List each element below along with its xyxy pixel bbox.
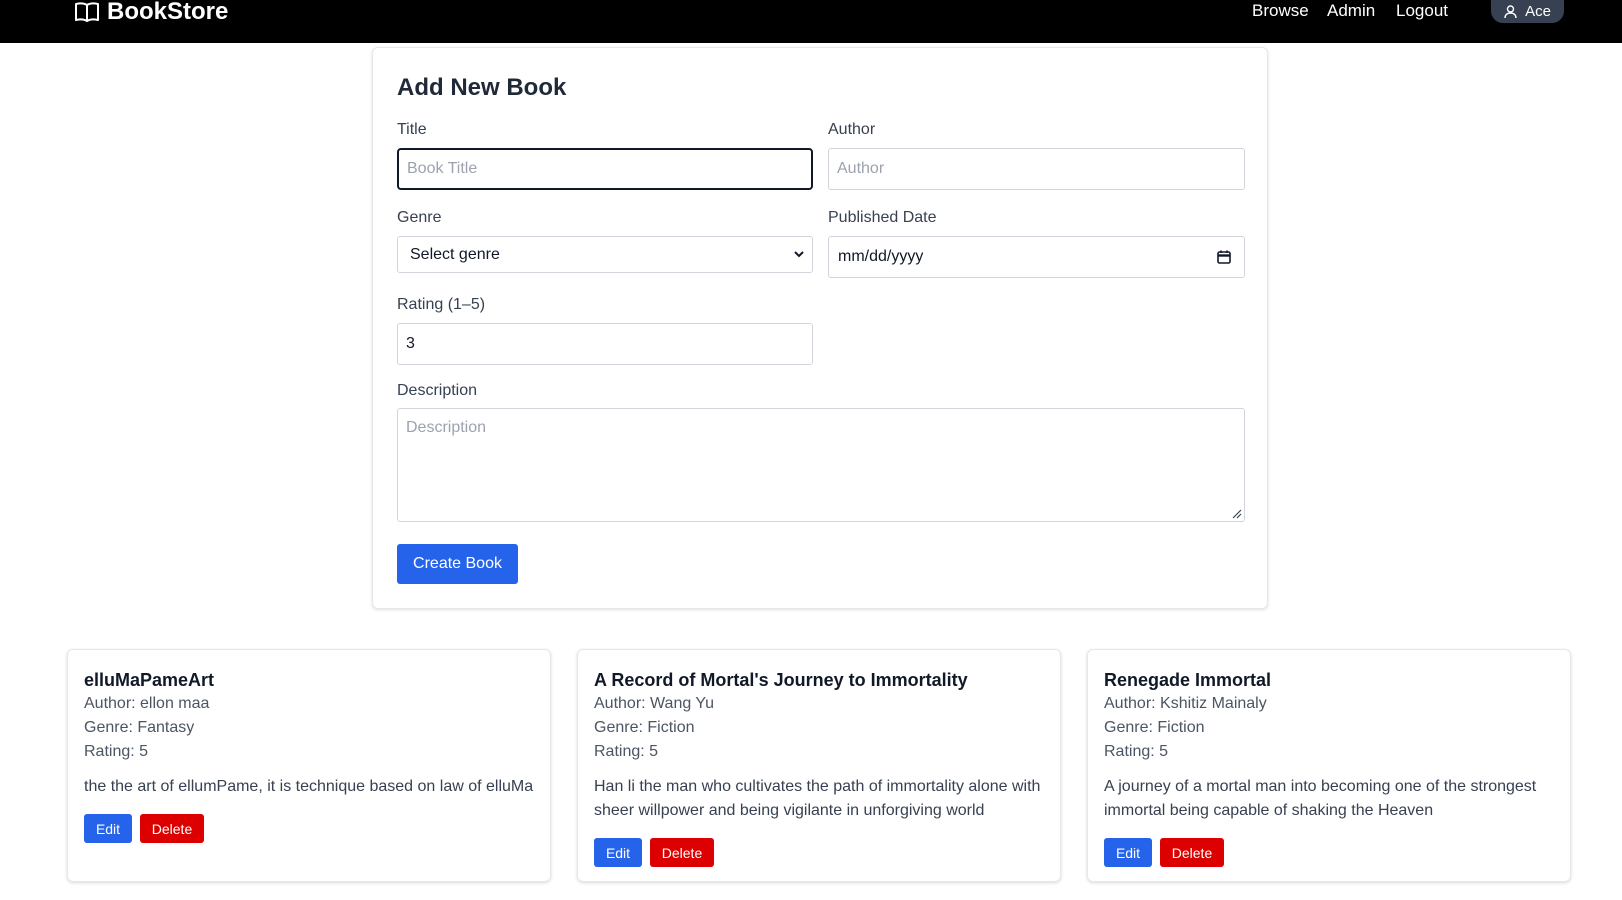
brand-name: BookStore xyxy=(107,0,229,25)
book-genre: Genre: Fiction xyxy=(594,719,695,736)
nav-link-logout[interactable]: Logout xyxy=(1396,0,1448,22)
book-author: Author: Kshitiz Mainaly xyxy=(1104,695,1267,712)
book-title: A Record of Mortal's Journey to Immortal… xyxy=(594,670,968,690)
rating-input[interactable] xyxy=(397,323,813,365)
title-label: Title xyxy=(397,121,427,138)
form-title: Add New Book xyxy=(397,74,567,101)
user-menu-button[interactable]: Ace xyxy=(1491,0,1564,23)
title-input[interactable] xyxy=(397,148,813,190)
book-card: elluMaPameArt Author: ellon maa Genre: F… xyxy=(67,649,551,882)
chevron-down-icon xyxy=(794,251,804,258)
brand-logo-link[interactable]: BookStore xyxy=(74,0,229,25)
delete-book-button[interactable]: Delete xyxy=(1160,838,1224,867)
rating-label: Rating (1–5) xyxy=(397,296,486,313)
author-label: Author xyxy=(828,121,876,138)
published-date-value: mm/dd/yyyy xyxy=(838,248,924,265)
book-rating: Rating: 5 xyxy=(84,743,149,760)
nav-link-admin[interactable]: Admin xyxy=(1327,0,1375,22)
genre-label: Genre xyxy=(397,209,442,226)
calendar-icon[interactable] xyxy=(1216,249,1232,265)
description-label: Description xyxy=(397,382,478,399)
book-rating: Rating: 5 xyxy=(1104,743,1169,760)
book-author: Author: Wang Yu xyxy=(594,695,715,712)
book-description: Han li the man who cultivates the path o… xyxy=(594,778,1041,819)
edit-book-button[interactable]: Edit xyxy=(84,814,132,843)
resize-handle-icon[interactable] xyxy=(1232,509,1242,519)
add-book-form-card: Add New Book Title Author Genre Select g… xyxy=(372,47,1268,609)
published-date-label: Published Date xyxy=(828,209,937,226)
book-card: A Record of Mortal's Journey to Immortal… xyxy=(577,649,1061,882)
edit-book-button[interactable]: Edit xyxy=(1104,838,1152,867)
create-book-button[interactable]: Create Book xyxy=(397,544,518,584)
book-title: Renegade Immortal xyxy=(1104,670,1272,690)
genre-select-value: Select genre xyxy=(410,245,500,263)
user-name: Ace xyxy=(1525,3,1551,20)
user-icon xyxy=(1504,4,1517,18)
book-description: the the art of ellumPame, it is techniqu… xyxy=(84,778,534,795)
published-date-input[interactable]: mm/dd/yyyy xyxy=(828,236,1245,278)
delete-book-button[interactable]: Delete xyxy=(140,814,204,843)
genre-select[interactable]: Select genre xyxy=(397,236,813,273)
book-rating: Rating: 5 xyxy=(594,743,659,760)
book-description: A journey of a mortal man into becoming … xyxy=(1104,778,1537,819)
nav-link-browse[interactable]: Browse xyxy=(1252,0,1309,22)
delete-book-button[interactable]: Delete xyxy=(650,838,714,867)
book-author: Author: ellon maa xyxy=(84,695,210,712)
top-navbar: BookStore Browse Admin Logout Ace xyxy=(0,0,1622,43)
description-textarea[interactable] xyxy=(397,408,1245,522)
edit-book-button[interactable]: Edit xyxy=(594,838,642,867)
book-open-icon xyxy=(75,2,99,22)
book-card: Renegade Immortal Author: Kshitiz Mainal… xyxy=(1087,649,1571,882)
author-input[interactable] xyxy=(828,148,1245,190)
book-genre: Genre: Fiction xyxy=(1104,719,1205,736)
book-title: elluMaPameArt xyxy=(84,670,215,690)
book-genre: Genre: Fantasy xyxy=(84,719,195,736)
